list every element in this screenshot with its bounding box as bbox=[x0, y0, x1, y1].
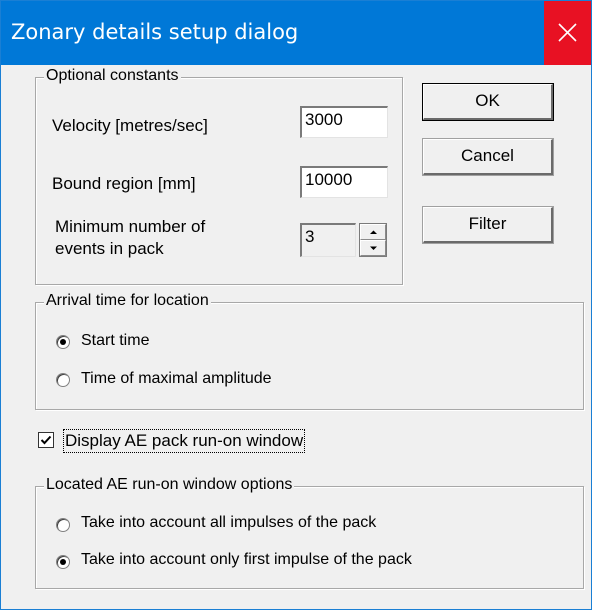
spin-up-icon bbox=[370, 230, 377, 234]
bound-region-label: Bound region [mm] bbox=[52, 174, 196, 193]
spin-up-button[interactable] bbox=[360, 224, 386, 240]
radio-selected-dot bbox=[60, 559, 66, 565]
min-events-label-line1: Minimum number of bbox=[55, 217, 206, 236]
display-run-on-label[interactable]: Display AE pack run-on window bbox=[62, 429, 306, 453]
first-impulse-radio[interactable] bbox=[56, 555, 70, 569]
window-title: Zonary details setup dialog bbox=[11, 20, 299, 44]
min-events-spinner[interactable] bbox=[359, 223, 387, 257]
filter-button[interactable]: Filter bbox=[423, 207, 553, 243]
cancel-button[interactable]: Cancel bbox=[423, 139, 553, 175]
title-bar[interactable]: Zonary details setup dialog bbox=[1, 1, 591, 65]
located-ae-legend: Located AE run-on window options bbox=[44, 476, 295, 494]
max-amplitude-label[interactable]: Time of maximal amplitude bbox=[81, 370, 272, 388]
spin-down-icon bbox=[370, 246, 377, 250]
start-time-label[interactable]: Start time bbox=[81, 332, 149, 350]
checkmark-icon bbox=[40, 435, 52, 445]
first-impulse-label[interactable]: Take into account only first impulse of … bbox=[81, 551, 412, 569]
close-button[interactable] bbox=[544, 1, 591, 65]
velocity-label: Velocity [metres/sec] bbox=[52, 116, 208, 135]
radio-selected-dot bbox=[60, 339, 66, 345]
all-impulses-label[interactable]: Take into account all impulses of the pa… bbox=[81, 514, 376, 532]
velocity-input[interactable]: 3000 bbox=[300, 106, 388, 138]
min-events-input[interactable]: 3 bbox=[300, 223, 356, 257]
spin-down-button[interactable] bbox=[360, 240, 386, 256]
located-ae-group: Located AE run-on window options bbox=[35, 476, 584, 589]
min-events-label-line2: events in pack bbox=[55, 239, 164, 258]
ok-button[interactable]: OK bbox=[423, 84, 553, 120]
arrival-time-legend: Arrival time for location bbox=[44, 292, 211, 310]
bound-region-input[interactable]: 10000 bbox=[300, 166, 388, 198]
start-time-radio[interactable] bbox=[56, 335, 70, 349]
arrival-time-group: Arrival time for location bbox=[35, 292, 584, 410]
max-amplitude-radio[interactable] bbox=[56, 373, 70, 387]
display-run-on-checkbox[interactable] bbox=[38, 432, 54, 448]
close-icon bbox=[558, 23, 577, 42]
all-impulses-radio[interactable] bbox=[56, 518, 70, 532]
dialog-body: Optional constants Velocity [metres/sec]… bbox=[1, 65, 591, 609]
optional-constants-legend: Optional constants bbox=[44, 67, 181, 85]
dialog-window: Zonary details setup dialog Optional con… bbox=[0, 0, 592, 610]
